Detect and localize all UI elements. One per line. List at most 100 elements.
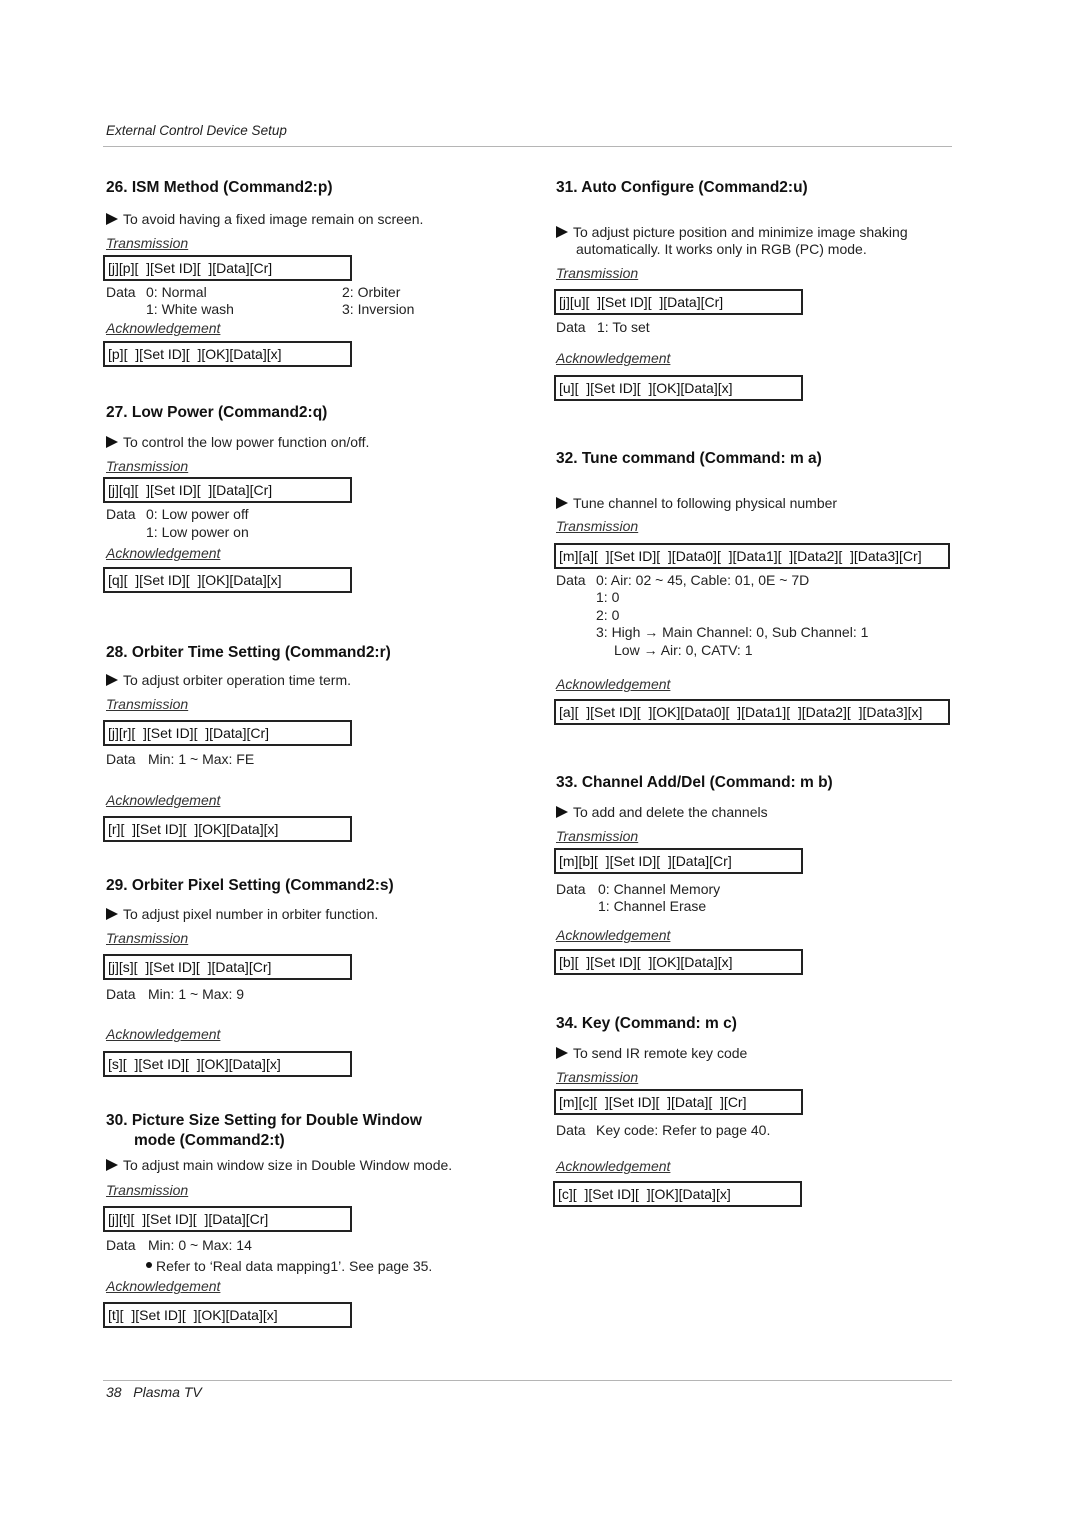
description-text: To send IR remote key code	[573, 1045, 748, 1061]
description-text: To adjust orbiter operation time term.	[123, 672, 351, 688]
transmission-box: [m][c][ ][Set ID][ ][Data][ ][Cr]	[554, 1089, 803, 1115]
data-value: 0: Normal	[146, 284, 207, 300]
data-label: Data	[556, 1122, 586, 1138]
data-label: Data	[106, 1237, 136, 1253]
acknowledgement-box: [c][ ][Set ID][ ][OK][Data][x]	[553, 1181, 802, 1207]
data-value: Low → Air: 0, CATV: 1	[614, 642, 753, 658]
transmission-label: Transmission	[106, 458, 189, 474]
acknowledgement-box: [b][ ][Set ID][ ][OK][Data][x]	[554, 949, 803, 975]
data-value: Min: 1 ~ Max: FE	[148, 751, 255, 767]
acknowledgement-label: Acknowledgement	[556, 927, 671, 943]
section-title: 30. Picture Size Setting for Double Wind…	[106, 1112, 422, 1129]
triangle-bullet-icon	[106, 213, 118, 225]
data-label: Data	[106, 506, 136, 522]
section-title: 29. Orbiter Pixel Setting (Command2:s)	[106, 877, 394, 894]
description-text: To avoid having a fixed image remain on …	[123, 211, 424, 227]
section-title: 33. Channel Add/Del (Command: m b)	[556, 774, 833, 791]
data-value: 1: 0	[596, 589, 620, 605]
data-value: Key code: Refer to page 40.	[596, 1122, 771, 1138]
data-value: 1: Channel Erase	[598, 898, 707, 914]
section-description: To adjust orbiter operation time term.	[106, 672, 351, 688]
triangle-bullet-icon	[556, 497, 568, 509]
running-header: External Control Device Setup	[106, 123, 287, 138]
transmission-label: Transmission	[106, 1182, 189, 1198]
acknowledgement-box: [q][ ][Set ID][ ][OK][Data][x]	[103, 567, 352, 593]
section-description: To adjust pixel number in orbiter functi…	[106, 906, 378, 922]
footer-rule	[103, 1380, 952, 1381]
data-label: Data	[556, 881, 586, 897]
section-description: Tune channel to following physical numbe…	[556, 495, 837, 511]
note-text: Refer to ‘Real data mapping1’. See page …	[156, 1258, 433, 1274]
data-value: Min: 0 ~ Max: 14	[148, 1237, 252, 1253]
transmission-label: Transmission	[106, 696, 189, 712]
section-description: To add and delete the channels	[556, 804, 768, 820]
section-description: To control the low power function on/off…	[106, 434, 369, 450]
section-description: To send IR remote key code	[556, 1045, 747, 1061]
data-value: 1: White wash	[146, 301, 234, 317]
acknowledgement-label: Acknowledgement	[556, 350, 671, 366]
transmission-box: [m][b][ ][Set ID][ ][Data][Cr]	[554, 848, 803, 874]
section-title: 26. ISM Method (Command2:p)	[106, 179, 333, 196]
transmission-box: [j][q][ ][Set ID][ ][Data][Cr]	[103, 477, 352, 503]
triangle-bullet-icon	[106, 436, 118, 448]
data-label: Data	[106, 751, 136, 767]
data-value: 0: Low power off	[146, 506, 249, 522]
transmission-label: Transmission	[556, 1069, 639, 1085]
bullet-dot-icon	[146, 1262, 152, 1268]
data-value: Min: 1 ~ Max: 9	[148, 986, 245, 1002]
section-title-continued: mode (Command2:t)	[134, 1132, 285, 1149]
description-text: To adjust main window size in Double Win…	[123, 1157, 453, 1173]
transmission-label: Transmission	[556, 518, 639, 534]
data-label: Data	[556, 572, 586, 588]
triangle-bullet-icon	[556, 806, 568, 818]
acknowledgement-box: [a][ ][Set ID][ ][OK][Data0][ ][Data1][ …	[554, 699, 950, 725]
acknowledgement-label: Acknowledgement	[106, 792, 221, 808]
acknowledgement-label: Acknowledgement	[556, 1158, 671, 1174]
data-note: Refer to ‘Real data mapping1’. See page …	[146, 1258, 432, 1274]
transmission-box: [j][p][ ][Set ID][ ][Data][Cr]	[103, 255, 352, 281]
section-title: 34. Key (Command: m c)	[556, 1015, 737, 1032]
data-value: 2: 0	[596, 607, 620, 623]
transmission-box: [m][a][ ][Set ID][ ][Data0][ ][Data1][ ]…	[554, 543, 950, 569]
acknowledgement-box: [r][ ][Set ID][ ][OK][Data][x]	[103, 816, 352, 842]
page-footer: 38 Plasma TV	[106, 1384, 202, 1400]
transmission-box: [j][u][ ][Set ID][ ][Data][Cr]	[554, 289, 803, 315]
header-rule	[103, 146, 952, 147]
transmission-box: [j][s][ ][Set ID][ ][Data][Cr]	[103, 954, 352, 980]
section-description: To adjust picture position and minimize …	[556, 224, 908, 240]
data-value: 0: Air: 02 ~ 45, Cable: 01, 0E ~ 7D	[596, 572, 810, 588]
triangle-bullet-icon	[556, 226, 568, 238]
data-value: 3: High → Main Channel: 0, Sub Channel: …	[596, 624, 869, 640]
transmission-label: Transmission	[106, 235, 189, 251]
acknowledgement-box: [u][ ][Set ID][ ][OK][Data][x]	[554, 375, 803, 401]
section-title: 28. Orbiter Time Setting (Command2:r)	[106, 644, 391, 661]
acknowledgement-label: Acknowledgement	[556, 676, 671, 692]
data-value: 0: Channel Memory	[598, 881, 721, 897]
transmission-label: Transmission	[106, 930, 189, 946]
section-title: 32. Tune command (Command: m a)	[556, 450, 822, 467]
section-title: 31. Auto Configure (Command2:u)	[556, 179, 808, 196]
acknowledgement-label: Acknowledgement	[106, 545, 221, 561]
acknowledgement-box: [p][ ][Set ID][ ][OK][Data][x]	[103, 341, 352, 367]
section-description-continued: automatically. It works only in RGB (PC)…	[576, 241, 867, 257]
acknowledgement-label: Acknowledgement	[106, 1278, 221, 1294]
section-description: To adjust main window size in Double Win…	[106, 1157, 452, 1173]
acknowledgement-box: [t][ ][Set ID][ ][OK][Data][x]	[103, 1302, 352, 1328]
section-title: 27. Low Power (Command2:q)	[106, 404, 328, 421]
data-label: Data	[106, 986, 136, 1002]
page-number: 38	[106, 1384, 122, 1400]
triangle-bullet-icon	[106, 674, 118, 686]
triangle-bullet-icon	[106, 908, 118, 920]
data-value: 1: To set	[597, 319, 650, 335]
description-text: Tune channel to following physical numbe…	[573, 495, 838, 511]
acknowledgement-label: Acknowledgement	[106, 320, 221, 336]
transmission-box: [j][r][ ][Set ID][ ][Data][Cr]	[103, 720, 352, 746]
description-text: To adjust picture position and minimize …	[573, 224, 908, 240]
description-text: To adjust pixel number in orbiter functi…	[123, 906, 379, 922]
triangle-bullet-icon	[556, 1047, 568, 1059]
data-value: 3: Inversion	[342, 301, 415, 317]
acknowledgement-box: [s][ ][Set ID][ ][OK][Data][x]	[103, 1051, 352, 1077]
data-value: 2: Orbiter	[342, 284, 401, 300]
data-label: Data	[106, 284, 136, 300]
transmission-label: Transmission	[556, 828, 639, 844]
